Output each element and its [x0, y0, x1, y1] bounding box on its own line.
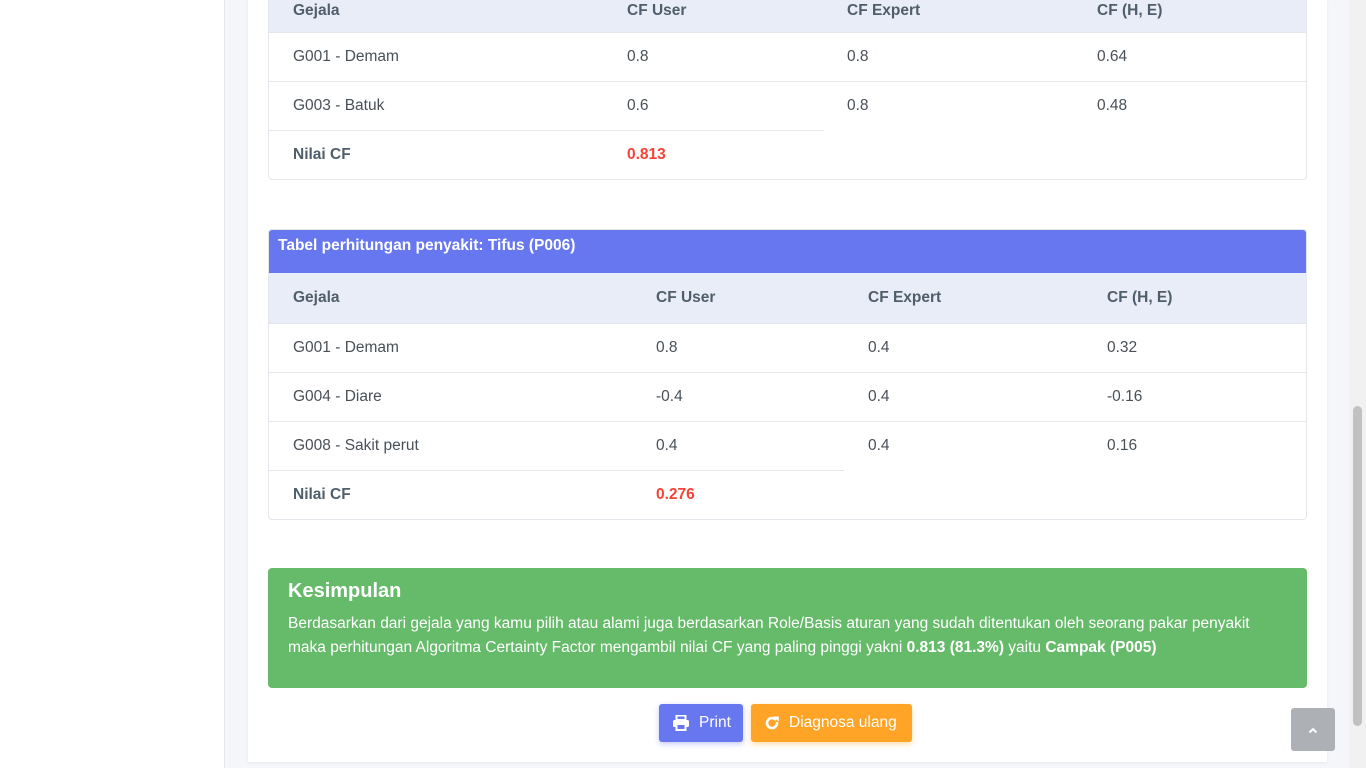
conclusion-alert: Kesimpulan Berdasarkan dari gejala yang …: [268, 568, 1307, 688]
cell-cf-expert: 0.8: [847, 97, 869, 114]
cell-cf-he: 0.32: [1107, 339, 1138, 356]
conclusion-value: 0.813 (81.3%): [906, 639, 1004, 656]
table-header-row: Gejala CF User CF Expert CF (H, E): [269, 273, 1306, 324]
calculation-table-previous: Gejala CF User CF Expert CF (H, E) G001 …: [268, 0, 1307, 180]
cell-cf-he: -0.16: [1107, 388, 1143, 405]
header-gejala: Gejala: [293, 2, 340, 19]
cell-gejala: G001 - Demam: [293, 339, 399, 356]
nilai-cf-row: Nilai CF 0.813: [269, 131, 1306, 179]
cell-gejala: G008 - Sakit perut: [293, 437, 419, 454]
print-button[interactable]: Print: [659, 704, 743, 742]
scrollbar-thumb[interactable]: [1353, 406, 1362, 726]
cell-cf-expert: 0.4: [868, 339, 890, 356]
rediagnose-button-label: Diagnosa ulang: [789, 714, 897, 731]
table-row: G001 - Demam 0.8 0.8 0.64: [269, 33, 1306, 82]
header-cf-expert: CF Expert: [847, 2, 921, 19]
cell-cf-expert: 0.8: [847, 48, 869, 65]
back-to-top-button[interactable]: [1291, 708, 1335, 751]
conclusion-disease: Campak (P005): [1045, 639, 1157, 656]
header-cf-user: CF User: [627, 2, 687, 19]
cell-cf-expert: 0.4: [868, 437, 890, 454]
rediagnose-button[interactable]: Diagnosa ulang: [751, 704, 912, 742]
sidebar: [0, 0, 225, 768]
nilai-cf-label: Nilai CF: [293, 486, 351, 503]
table-header-row: Gejala CF User CF Expert CF (H, E): [269, 0, 1306, 33]
conclusion-connector: yaitu: [1008, 639, 1042, 656]
cell-cf-user: 0.8: [627, 48, 649, 65]
calculation-table-tifus: Tabel perhitungan penyakit: Tifus (P006)…: [268, 229, 1307, 520]
table-title: Tabel perhitungan penyakit: Tifus (P006): [269, 230, 1306, 273]
cell-cf-user: 0.8: [656, 339, 678, 356]
table-row: G008 - Sakit perut 0.4 0.4 0.16: [269, 422, 1306, 471]
header-cf-user: CF User: [656, 289, 716, 306]
nilai-cf-label: Nilai CF: [293, 146, 351, 163]
nilai-cf-value: 0.813: [627, 146, 666, 163]
conclusion-text: Berdasarkan dari gejala yang kamu pilih …: [288, 612, 1287, 660]
cell-cf-he: 0.48: [1097, 97, 1128, 114]
table-row: G001 - Demam 0.8 0.4 0.32: [269, 324, 1306, 373]
cell-cf-user: 0.6: [627, 97, 649, 114]
cell-gejala: G001 - Demam: [293, 48, 399, 65]
cell-cf-expert: 0.4: [868, 388, 890, 405]
header-cf-he: CF (H, E): [1097, 2, 1163, 19]
nilai-cf-row: Nilai CF 0.276: [269, 471, 1306, 519]
cell-gejala: G004 - Diare: [293, 388, 382, 405]
header-cf-expert: CF Expert: [868, 289, 942, 306]
print-button-label: Print: [699, 714, 731, 731]
nilai-cf-value: 0.276: [656, 486, 695, 503]
cell-gejala: G003 - Batuk: [293, 97, 385, 114]
chevron-up-icon: [1308, 721, 1318, 739]
redo-icon: [764, 715, 780, 731]
table-row: G004 - Diare -0.4 0.4 -0.16: [269, 373, 1306, 422]
header-cf-he: CF (H, E): [1107, 289, 1173, 306]
cell-cf-he: 0.64: [1097, 48, 1128, 65]
cell-cf-user: -0.4: [656, 388, 683, 405]
printer-icon: [672, 715, 690, 731]
header-gejala: Gejala: [293, 289, 340, 306]
cell-cf-he: 0.16: [1107, 437, 1138, 454]
cell-cf-user: 0.4: [656, 437, 678, 454]
table-row: G003 - Batuk 0.6 0.8 0.48: [269, 82, 1306, 131]
conclusion-title: Kesimpulan: [288, 580, 402, 602]
